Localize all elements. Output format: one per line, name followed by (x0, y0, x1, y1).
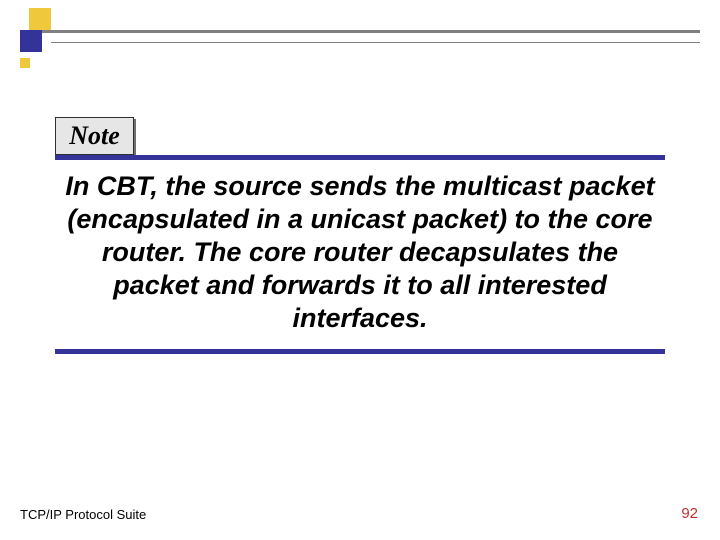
decoration-square-yellow-small (20, 58, 30, 68)
note-label: Note (69, 121, 120, 151)
note-badge: Note (55, 117, 134, 155)
body-text: In CBT, the source sends the multicast p… (63, 170, 657, 335)
decoration-square-blue (20, 30, 42, 52)
decoration-square-yellow-top (29, 8, 51, 30)
footer-left: TCP/IP Protocol Suite (20, 507, 146, 522)
decoration-rule-thin (51, 42, 700, 43)
content-block: In CBT, the source sends the multicast p… (55, 155, 665, 354)
slide: Note In CBT, the source sends the multic… (0, 0, 720, 540)
decoration-rule-thick (42, 30, 700, 33)
page-number: 92 (681, 505, 698, 522)
